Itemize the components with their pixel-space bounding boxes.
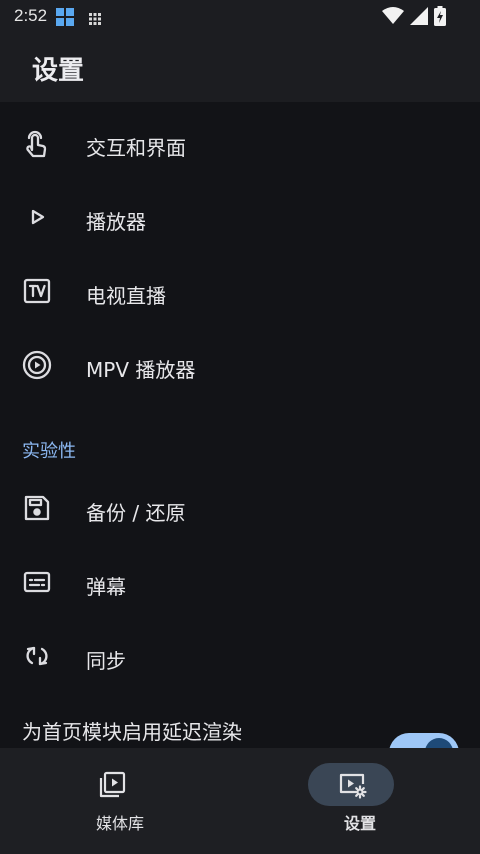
- lazy-render-toggle[interactable]: [389, 733, 459, 748]
- video-library-icon: [97, 770, 127, 804]
- play-icon: [22, 202, 52, 232]
- settings-item-lazy-render[interactable]: 为首页模块启用延迟渲染: [0, 700, 480, 748]
- settings-item-danmaku[interactable]: 弹幕: [0, 544, 480, 618]
- cellular-signal-icon: [410, 7, 428, 29]
- settings-list: 交互和界面 播放器 电视直播 MPV 播放器 实验性 备份 / 还原 弹幕 同步…: [0, 102, 480, 748]
- settings-item-backup-restore[interactable]: 备份 / 还原: [0, 470, 480, 544]
- toggle-thumb: [425, 738, 453, 748]
- settings-item-label: 弹幕: [86, 575, 126, 599]
- video-settings-icon: [337, 770, 367, 804]
- status-bar: 2:52: [0, 0, 480, 32]
- save-icon: [22, 493, 52, 523]
- tv-icon: [22, 276, 52, 306]
- settings-item-label: 播放器: [86, 210, 146, 234]
- subtitles-icon: [22, 567, 52, 597]
- toggle-label: 为首页模块启用延迟渲染: [22, 720, 242, 744]
- settings-item-label: 交互和界面: [86, 136, 186, 160]
- section-header-experimental: 实验性: [22, 441, 76, 462]
- settings-item-interaction[interactable]: 交互和界面: [0, 105, 480, 179]
- settings-item-label: 同步: [86, 649, 126, 673]
- page-title: 设置: [32, 56, 85, 86]
- status-time: 2:52: [14, 6, 48, 25]
- settings-item-mpv[interactable]: MPV 播放器: [0, 327, 480, 401]
- settings-item-player[interactable]: 播放器: [0, 179, 480, 253]
- settings-item-live-tv[interactable]: 电视直播: [0, 253, 480, 327]
- settings-item-label: MPV 播放器: [86, 358, 196, 382]
- wifi-icon: [382, 7, 404, 29]
- touch-icon: [22, 128, 52, 158]
- nav-label-settings: 设置: [343, 814, 376, 833]
- app-notification-icon: [56, 8, 74, 30]
- nav-label-library: 媒体库: [95, 814, 144, 833]
- app-bar: 设置: [0, 32, 480, 102]
- nav-item-settings[interactable]: 设置: [240, 748, 480, 854]
- settings-item-sync[interactable]: 同步: [0, 618, 480, 692]
- settings-item-label: 电视直播: [86, 284, 166, 308]
- battery-charging-icon: [434, 6, 446, 30]
- grid-dots-icon: [89, 10, 101, 29]
- nav-item-library[interactable]: 媒体库: [0, 748, 240, 854]
- mpv-icon: [22, 350, 52, 380]
- bottom-nav: 媒体库 设置: [0, 748, 480, 854]
- settings-item-label: 备份 / 还原: [86, 501, 186, 525]
- sync-icon: [22, 641, 52, 671]
